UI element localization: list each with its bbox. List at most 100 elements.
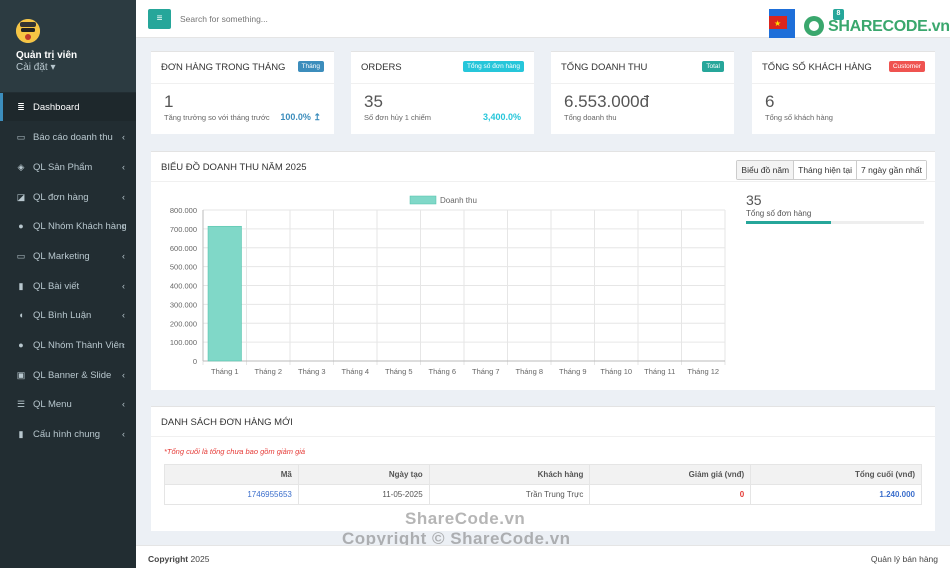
list-icon: ☰ xyxy=(16,398,26,409)
money-icon: ▭ xyxy=(16,250,26,261)
hamburger-icon: ≡ xyxy=(156,13,163,24)
x-tick-label: Tháng 11 xyxy=(644,367,675,376)
footer-copyright: Copyright 2025 xyxy=(148,554,209,564)
stat-badge: Customer xyxy=(888,61,925,72)
chevron-left-icon: ‹ xyxy=(122,221,125,231)
y-tick-label: 700.000 xyxy=(170,225,197,234)
stat-description: Tổng số khách hàng xyxy=(765,113,833,122)
chevron-left-icon: ‹ xyxy=(122,429,125,439)
x-tick-label: Tháng 3 xyxy=(298,367,326,376)
y-tick-label: 200.000 xyxy=(170,319,197,328)
col-discount: Giảm giá (vnđ) xyxy=(589,464,752,485)
user-name: Quản trị viên xyxy=(16,50,78,61)
revenue-bar-chart: 0 100.000 200.000 300.000 400.000 500.000 600.… xyxy=(170,195,726,376)
money-icon: ▭ xyxy=(16,131,26,142)
sidebar-item-label: Báo cáo doanh thu xyxy=(33,131,113,143)
x-tick-label: Tháng 4 xyxy=(341,367,369,376)
divider xyxy=(151,436,935,437)
stat-percentage-value: 100.0% xyxy=(280,112,311,122)
chevron-left-icon: ‹ xyxy=(122,281,125,291)
stat-description: Tăng trưởng so với tháng trước xyxy=(164,113,270,122)
sidebar-item-label: QL Sản Phẩm xyxy=(33,161,93,173)
stat-value: 35 xyxy=(364,92,383,111)
divider xyxy=(752,83,935,84)
chevron-left-icon: ‹ xyxy=(122,162,125,172)
menu-toggle-button[interactable]: ≡ xyxy=(148,9,171,29)
avatar[interactable] xyxy=(16,19,40,43)
stat-description: Số đơn hủy 1 chiếm xyxy=(364,113,432,122)
sidebar-item-4[interactable]: ● QL Nhóm Khách hàng ‹ xyxy=(0,212,136,240)
x-tick-label: Tháng 2 xyxy=(254,367,282,376)
x-tick-label: Tháng 8 xyxy=(515,367,543,376)
file-icon: ▮ xyxy=(18,280,24,291)
col-customer: Khách hàng xyxy=(428,464,591,485)
y-tick-label: 100.000 xyxy=(170,338,197,347)
chevron-left-icon: ‹ xyxy=(122,399,125,409)
tab-year-chart[interactable]: Biểu đồ năm xyxy=(737,161,794,179)
legend-swatch xyxy=(409,195,437,205)
x-tick-label: Tháng 10 xyxy=(600,367,632,376)
orders-progress-fill xyxy=(746,221,832,224)
sidebar-item-0[interactable]: ≣ Dashboard xyxy=(0,93,136,121)
y-tick-label: 500.000 xyxy=(170,263,197,272)
table-row[interactable]: 1746955653 11-05-2025 Trần Trung Trực 0 … xyxy=(164,484,922,505)
sidebar-item-label: QL Nhóm Thành Viên xyxy=(33,339,125,351)
stat-value: 6 xyxy=(765,92,775,111)
tab-current-month[interactable]: Tháng hiện tại xyxy=(793,161,857,179)
stat-card-2: TỔNG DOANH THU Total 6.553.000đ Tổng doanh … xyxy=(551,51,734,134)
x-tick-label: Tháng 7 xyxy=(472,367,500,376)
stat-card-3: TỔNG SỐ KHÁCH HÀNG Customer 6 Tổng số khách… xyxy=(752,51,935,134)
stat-value: 6.553.000đ xyxy=(564,92,650,111)
sidebar-item-5[interactable]: ▭ QL Marketing ‹ xyxy=(0,242,136,270)
stat-title: TỔNG DOANH THU xyxy=(561,62,648,73)
top-bar: ≡ ★ 8 SHARECODE.vn xyxy=(136,0,950,38)
sidebar-item-label: QL Banner & Slide xyxy=(33,369,112,381)
sidebar-item-8[interactable]: ● QL Nhóm Thành Viên ‹ xyxy=(0,331,136,359)
divider xyxy=(151,83,334,84)
notification-count: 8 xyxy=(836,10,841,17)
sidebar-item-label: QL Bình Luận xyxy=(33,309,92,321)
order-final-total: 1.240.000 xyxy=(750,484,922,505)
orders-summary: 35 Tổng số đơn hàng xyxy=(746,192,924,224)
bar-tháng-1 xyxy=(207,225,242,362)
stat-badge: Tháng xyxy=(297,61,324,72)
orders-total-label: Tổng số đơn hàng xyxy=(746,209,812,218)
stat-badge: Total xyxy=(702,61,724,72)
chevron-left-icon: ‹ xyxy=(122,132,125,142)
y-tick-label: 800.000 xyxy=(170,206,197,215)
orders-table: Mã Ngày tạo Khách hàng Giảm giá (vnđ) Tổ… xyxy=(164,464,922,505)
sidebar-item-9[interactable]: ▣ QL Banner & Slide ‹ xyxy=(0,361,136,389)
col-created-date: Ngày tạo xyxy=(297,464,430,485)
order-customer: Trần Trung Trực xyxy=(428,484,591,505)
footer-right-text: Quản lý bán hàng xyxy=(870,554,938,564)
user-settings-link[interactable]: Cài đặt ▾ xyxy=(16,62,56,73)
sidebar-item-3[interactable]: ◪ QL đơn hàng ‹ xyxy=(0,183,136,211)
sidebar-item-7[interactable]: ◖ QL Bình Luận ‹ xyxy=(0,301,136,329)
stat-card-0: ĐƠN HÀNG TRONG THÁNG Tháng 1 Tăng trưởng so… xyxy=(151,51,334,134)
sidebar-item-6[interactable]: ▮ QL Bài viết ‹ xyxy=(0,272,136,300)
sidebar-item-1[interactable]: ▭ Báo cáo doanh thu ‹ xyxy=(0,123,136,151)
stat-description: Tổng doanh thu xyxy=(564,113,617,122)
orders-note: *Tổng cuối là tổng chưa bao gồm giảm giá xyxy=(164,447,306,456)
chevron-left-icon: ‹ xyxy=(122,251,125,261)
x-tick-label: Tháng 1 xyxy=(211,367,239,376)
search-input[interactable] xyxy=(176,9,396,29)
order-code-link[interactable]: 1746955653 xyxy=(164,484,299,505)
user-settings-label: Cài đặt xyxy=(16,62,48,73)
stat-percentage: 100.0% ↥ xyxy=(280,112,321,123)
sidebar-item-10[interactable]: ☰ QL Menu ‹ xyxy=(0,390,136,418)
x-tick-label: Tháng 12 xyxy=(687,367,719,376)
chevron-left-icon: ‹ xyxy=(122,310,125,320)
caret-down-icon: ▾ xyxy=(50,62,56,73)
tab-last-7-days[interactable]: 7 ngày gần nhất xyxy=(856,161,926,179)
sidebar-item-label: QL Bài viết xyxy=(33,280,80,292)
divider xyxy=(551,83,734,84)
user-icon: ● xyxy=(18,221,24,231)
orders-total-value: 35 xyxy=(746,192,762,208)
database-icon: ≣ xyxy=(17,101,25,112)
chevron-left-icon: ‹ xyxy=(122,370,125,380)
col-code: Mã xyxy=(164,464,299,485)
stat-title: ĐƠN HÀNG TRONG THÁNG xyxy=(161,62,286,73)
sidebar-item-2[interactable]: ◈ QL Sản Phẩm ‹ xyxy=(0,153,136,181)
sidebar-item-11[interactable]: ▮ Cấu hình chung ‹ xyxy=(0,420,136,448)
